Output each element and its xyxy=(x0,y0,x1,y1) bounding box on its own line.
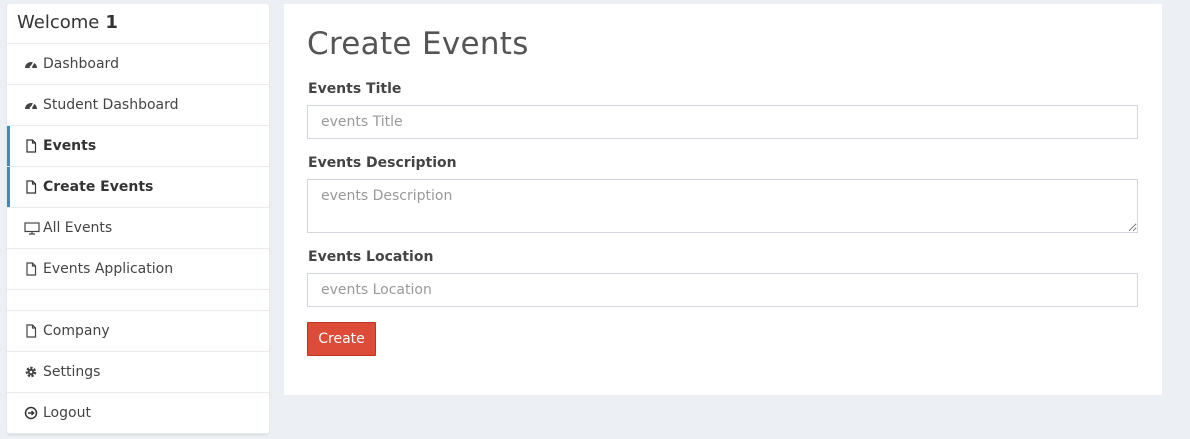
welcome-text: Welcome xyxy=(17,12,100,33)
events-location-input[interactable] xyxy=(307,273,1138,307)
create-button[interactable]: Create xyxy=(307,322,376,356)
gear-icon xyxy=(24,352,38,393)
sidebar-item-events-application[interactable]: Events Application xyxy=(7,249,269,290)
user-name: 1 xyxy=(105,12,118,33)
sidebar: Welcome 1 Dashboard Student Dashboard Eve… xyxy=(7,4,269,434)
dashboard-icon xyxy=(24,44,38,85)
file-icon xyxy=(24,249,38,290)
sidebar-item-events[interactable]: Events xyxy=(7,126,269,167)
file-icon xyxy=(24,126,38,167)
sidebar-item-label: Create Events xyxy=(43,179,154,195)
logout-icon xyxy=(24,393,38,434)
desktop-icon xyxy=(24,208,40,249)
dashboard-icon xyxy=(24,85,38,126)
events-title-label: Events Title xyxy=(308,81,402,97)
main-panel: Create Events Events Title Events Descri… xyxy=(284,4,1162,395)
sidebar-item-logout[interactable]: Logout xyxy=(7,393,269,434)
sidebar-item-settings[interactable]: Settings xyxy=(7,352,269,393)
sidebar-item-label: Logout xyxy=(43,405,91,421)
sidebar-item-label: Dashboard xyxy=(43,56,119,72)
sidebar-item-label: Company xyxy=(43,323,110,339)
sidebar-divider xyxy=(7,290,269,311)
events-location-label: Events Location xyxy=(308,249,434,265)
events-description-label: Events Description xyxy=(308,155,457,171)
file-icon xyxy=(24,167,38,208)
sidebar-item-create-events[interactable]: Create Events xyxy=(7,167,269,208)
page-title: Create Events xyxy=(307,26,529,62)
sidebar-item-label: All Events xyxy=(43,220,113,236)
file-icon xyxy=(24,311,38,352)
sidebar-item-label: Student Dashboard xyxy=(43,97,179,113)
sidebar-item-label: Events Application xyxy=(43,261,174,277)
sidebar-item-company[interactable]: Company xyxy=(7,311,269,352)
sidebar-item-student-dashboard[interactable]: Student Dashboard xyxy=(7,85,269,126)
events-description-input[interactable] xyxy=(307,179,1138,233)
welcome-header: Welcome 1 xyxy=(7,4,269,44)
events-title-input[interactable] xyxy=(307,105,1138,139)
sidebar-item-label: Events xyxy=(43,138,97,154)
sidebar-item-label: Settings xyxy=(43,364,101,380)
sidebar-item-all-events[interactable]: All Events xyxy=(7,208,269,249)
sidebar-item-dashboard[interactable]: Dashboard xyxy=(7,44,269,85)
